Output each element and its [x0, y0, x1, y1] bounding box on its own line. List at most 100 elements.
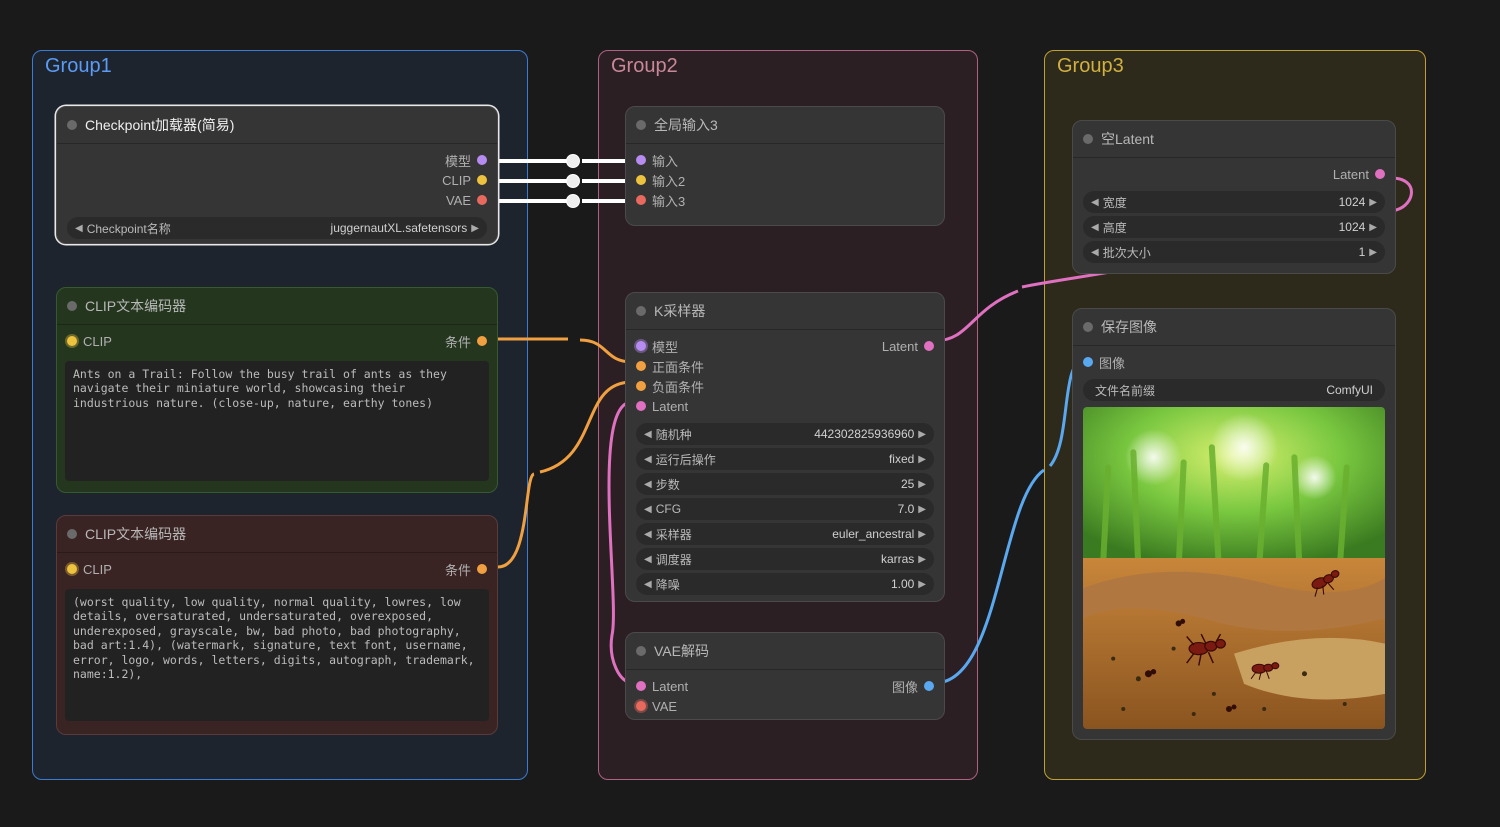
- port-latent-out[interactable]: [924, 341, 934, 351]
- chevron-right-icon[interactable]: ▶: [918, 429, 926, 440]
- output-cond-label: 条件: [445, 332, 471, 351]
- collapse-dot-icon[interactable]: [636, 120, 646, 130]
- node-empty-latent[interactable]: 空Latent Latent ◀宽度1024▶ ◀高度1024▶ ◀批次大小1▶: [1072, 120, 1396, 274]
- group1-title: Group1: [45, 55, 112, 78]
- node-clip-text-encode-positive[interactable]: CLIP文本编码器 CLIP 条件 Ants on a Trail: Follo…: [56, 287, 498, 493]
- chevron-left-icon[interactable]: ◀: [75, 223, 83, 234]
- port-clip-in[interactable]: [67, 564, 77, 574]
- chevron-right-icon[interactable]: ▶: [918, 529, 926, 540]
- port-latent-in[interactable]: [636, 681, 646, 691]
- chevron-left-icon[interactable]: ◀: [1091, 222, 1099, 233]
- widget-value: juggernautXL.safetensors: [331, 221, 468, 235]
- collapse-dot-icon[interactable]: [67, 120, 77, 130]
- collapse-dot-icon[interactable]: [67, 301, 77, 311]
- output-clip-label: CLIP: [442, 173, 471, 188]
- chevron-left-icon[interactable]: ◀: [644, 554, 652, 565]
- widget-scheduler[interactable]: ◀调度器karras▶: [636, 548, 934, 570]
- widget-steps[interactable]: ◀步数25▶: [636, 473, 934, 495]
- widget-seed[interactable]: ◀随机种442302825936960▶: [636, 423, 934, 445]
- widget-sampler[interactable]: ◀采样器euler_ancestral▶: [636, 523, 934, 545]
- prompt-textarea[interactable]: (worst quality, low quality, normal qual…: [65, 589, 489, 721]
- widget-cfg[interactable]: ◀CFG7.0▶: [636, 498, 934, 520]
- node-header[interactable]: CLIP文本编码器: [57, 516, 497, 553]
- port-model-in[interactable]: [636, 341, 646, 351]
- port-latent-out[interactable]: [1375, 169, 1385, 179]
- node-clip-text-encode-negative[interactable]: CLIP文本编码器 CLIP 条件 (worst quality, low qu…: [56, 515, 498, 735]
- node-title: 空Latent: [1101, 129, 1154, 149]
- chevron-left-icon[interactable]: ◀: [644, 429, 652, 440]
- prompt-textarea[interactable]: Ants on a Trail: Follow the busy trail o…: [65, 361, 489, 481]
- widget-filename-prefix[interactable]: 文件名前缀ComfyUI: [1083, 379, 1385, 401]
- node-header[interactable]: CLIP文本编码器: [57, 288, 497, 325]
- port-model-out[interactable]: [477, 155, 487, 165]
- node-ksampler[interactable]: K采样器 模型 Latent 正面条件 负面条件 Latent ◀随机种4423…: [625, 292, 945, 602]
- widget-height[interactable]: ◀高度1024▶: [1083, 216, 1385, 238]
- chevron-left-icon[interactable]: ◀: [1091, 197, 1099, 208]
- chevron-right-icon[interactable]: ▶: [1369, 247, 1377, 258]
- collapse-dot-icon[interactable]: [1083, 322, 1093, 332]
- node-title: VAE解码: [654, 641, 709, 661]
- widget-denoise[interactable]: ◀降噪1.00▶: [636, 573, 934, 595]
- port-vae-out[interactable]: [477, 195, 487, 205]
- widget-ckpt-name[interactable]: ◀ Checkpoint名称 juggernautXL.safetensors …: [67, 217, 487, 239]
- port-cond-out[interactable]: [477, 336, 487, 346]
- node-header[interactable]: Checkpoint加载器(简易): [57, 107, 497, 144]
- chevron-left-icon[interactable]: ◀: [644, 454, 652, 465]
- chevron-right-icon[interactable]: ▶: [918, 479, 926, 490]
- port-in2[interactable]: [636, 175, 646, 185]
- collapse-dot-icon[interactable]: [636, 646, 646, 656]
- chevron-left-icon[interactable]: ◀: [644, 529, 652, 540]
- node-header[interactable]: K采样器: [626, 293, 944, 330]
- collapse-dot-icon[interactable]: [636, 306, 646, 316]
- port-neg-in[interactable]: [636, 381, 646, 391]
- chevron-right-icon[interactable]: ▶: [918, 504, 926, 515]
- port-image-out[interactable]: [924, 681, 934, 691]
- port-in3[interactable]: [636, 195, 646, 205]
- node-save-image[interactable]: 保存图像 图像 文件名前缀ComfyUI: [1072, 308, 1396, 740]
- port-latent-in[interactable]: [636, 401, 646, 411]
- reroute[interactable]: [566, 194, 580, 208]
- reroute[interactable]: [566, 174, 580, 188]
- chevron-right-icon[interactable]: ▶: [1369, 222, 1377, 233]
- chevron-left-icon[interactable]: ◀: [1091, 247, 1099, 258]
- collapse-dot-icon[interactable]: [67, 529, 77, 539]
- input-label: Latent: [652, 679, 688, 694]
- node-title: 保存图像: [1101, 317, 1157, 337]
- chevron-right-icon[interactable]: ▶: [1369, 197, 1377, 208]
- output-label: 图像: [892, 677, 918, 696]
- port-vae-in[interactable]: [636, 701, 646, 711]
- port-clip-in[interactable]: [67, 336, 77, 346]
- widget-control-after-generate[interactable]: ◀运行后操作fixed▶: [636, 448, 934, 470]
- chevron-right-icon[interactable]: ▶: [918, 454, 926, 465]
- node-header[interactable]: 全局输入3: [626, 107, 944, 144]
- port-pos-in[interactable]: [636, 361, 646, 371]
- node-global-input[interactable]: 全局输入3 输入 输入2 输入3: [625, 106, 945, 226]
- group3-title: Group3: [1057, 55, 1124, 78]
- chevron-right-icon[interactable]: ▶: [471, 223, 479, 234]
- widget-value: euler_ancestral: [832, 527, 914, 541]
- chevron-right-icon[interactable]: ▶: [918, 579, 926, 590]
- widget-batch[interactable]: ◀批次大小1▶: [1083, 241, 1385, 263]
- collapse-dot-icon[interactable]: [1083, 134, 1093, 144]
- chevron-left-icon[interactable]: ◀: [644, 504, 652, 515]
- node-checkpoint-loader[interactable]: Checkpoint加载器(简易) 模型 CLIP VAE ◀ Checkpoi…: [56, 106, 498, 244]
- node-header[interactable]: 保存图像: [1073, 309, 1395, 346]
- port-cond-out[interactable]: [477, 564, 487, 574]
- chevron-left-icon[interactable]: ◀: [644, 479, 652, 490]
- output-label: Latent: [882, 339, 918, 354]
- chevron-left-icon[interactable]: ◀: [644, 579, 652, 590]
- chevron-right-icon[interactable]: ▶: [918, 554, 926, 565]
- widget-width[interactable]: ◀宽度1024▶: [1083, 191, 1385, 213]
- widget-label: 宽度: [1103, 194, 1127, 211]
- node-header[interactable]: 空Latent: [1073, 121, 1395, 158]
- widget-label: 文件名前缀: [1095, 382, 1155, 399]
- port-image-in[interactable]: [1083, 357, 1093, 367]
- widget-value: 7.0: [898, 502, 915, 516]
- reroute[interactable]: [566, 154, 580, 168]
- node-header[interactable]: VAE解码: [626, 633, 944, 670]
- widget-value: karras: [881, 552, 914, 566]
- port-in1[interactable]: [636, 155, 646, 165]
- node-vae-decode[interactable]: VAE解码 Latent 图像 VAE: [625, 632, 945, 720]
- canvas[interactable]: Group1 Group2 Group3 Checkpoint加载器(简易) 模…: [0, 0, 1500, 827]
- port-clip-out[interactable]: [477, 175, 487, 185]
